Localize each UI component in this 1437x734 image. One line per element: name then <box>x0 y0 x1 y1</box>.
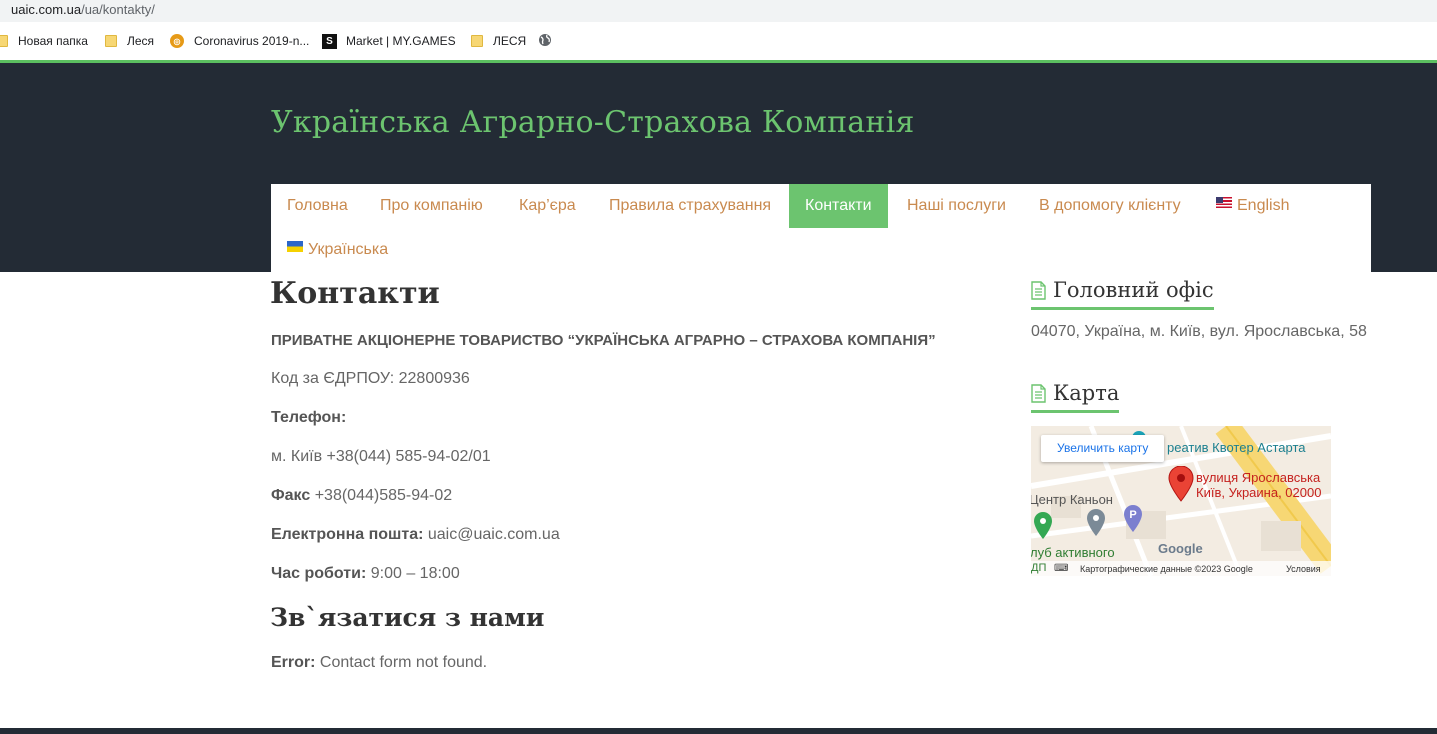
google-logo: Google <box>1158 541 1203 556</box>
map-poi-gray-icon[interactable] <box>1086 509 1106 537</box>
google-map-embed[interactable]: Увеличить карту реатив Квотер Астарта ву… <box>1031 426 1331 576</box>
nav-item-home[interactable]: Головна <box>271 184 364 228</box>
folder-icon <box>105 35 117 47</box>
company-name: ПРИВАТНЕ АКЦІОНЕРНЕ ТОВАРИСТВО “УКРАЇНСЬ… <box>271 332 936 349</box>
folder-icon <box>471 35 483 47</box>
keyboard-icon[interactable]: ⌨ <box>1054 563 1068 574</box>
nav-item-english[interactable]: English <box>1200 184 1305 228</box>
office-title-text: Головний офіс <box>1053 278 1214 302</box>
url-text[interactable]: uaic.com.ua/ua/kontakty/ <box>11 2 155 17</box>
address-bar[interactable]: uaic.com.ua/ua/kontakty/ <box>0 0 1437 22</box>
nav-item-services[interactable]: Наші послуги <box>891 184 1022 228</box>
url-path: /ua/kontakty/ <box>81 2 155 17</box>
page-title: Контакти <box>270 276 440 311</box>
hours-label: Час роботи: <box>271 565 367 582</box>
map-data-attribution: Картографические данные ©2023 Google <box>1080 564 1253 574</box>
us-flag-icon <box>1216 197 1232 208</box>
bookmark-label: Леся <box>127 34 155 48</box>
map-footer: ДП ⌨ Картографические данные ©2023 Googl… <box>1031 561 1331 576</box>
map-poi-green-icon[interactable] <box>1033 512 1053 540</box>
fax-value: +38(044)585-94-02 <box>310 487 453 504</box>
site-title[interactable]: Українська Аграрно-Страхова Компанія <box>271 105 914 140</box>
nav-item-about[interactable]: Про компанію <box>364 184 499 228</box>
document-icon <box>1031 383 1046 403</box>
nav-item-career[interactable]: Кар’єра <box>503 184 592 228</box>
site-header: Українська Аграрно-Страхова Компанія Гол… <box>0 60 1437 275</box>
nav-item-contacts[interactable]: Контакти <box>789 184 888 228</box>
map-place-label: ДП <box>1031 562 1047 574</box>
error-label: Error: <box>271 654 316 671</box>
bookmark-lesya-caps[interactable]: ЛЕСЯ <box>471 33 526 49</box>
contact-form-error: Error: Contact form not found. <box>271 654 487 672</box>
bookmark-label: Новая папка <box>18 34 88 48</box>
office-address: 04070, Україна, м. Київ, вул. Ярославськ… <box>1031 323 1367 340</box>
enlarge-map-button[interactable]: Увеличить карту <box>1041 435 1165 462</box>
office-widget-title: Головний офіс <box>1031 278 1214 310</box>
fax-label: Факс <box>271 487 311 504</box>
nav-item-label: English <box>1237 197 1290 214</box>
fax-line: Факс +38(044)585-94-02 <box>271 487 452 505</box>
phone-label-text: Телефон: <box>271 409 347 426</box>
ua-flag-icon <box>287 241 303 252</box>
svg-text:P: P <box>1129 509 1136 521</box>
site-footer <box>0 728 1437 734</box>
edrpou-code: Код за ЄДРПОУ: 22800936 <box>271 370 470 387</box>
email-value[interactable]: uaic@uaic.com.ua <box>423 526 560 543</box>
contact-us-title: Зв`язатися з нами <box>270 603 545 632</box>
globe-icon[interactable] <box>538 33 552 47</box>
error-text: Contact form not found. <box>315 654 488 671</box>
folder-icon <box>0 35 8 47</box>
bookmark-label: ЛЕСЯ <box>493 34 527 48</box>
coronavirus-site-icon: ◎ <box>170 34 184 48</box>
nav-item-client-help[interactable]: В допомогу клієнту <box>1023 184 1197 228</box>
document-icon <box>1031 280 1046 300</box>
map-pin-label-city: Київ, Украина, 02000 <box>1196 485 1322 500</box>
phone-label: Телефон: <box>271 409 346 427</box>
nav-item-ukrainian[interactable]: Українська <box>271 228 404 272</box>
bookmark-label: Coronavirus 2019-n... <box>194 34 310 48</box>
map-place-label: Центр Каньон <box>1031 492 1113 507</box>
map-widget-title: Карта <box>1031 381 1120 413</box>
bookmark-label: Market | MY.GAMES <box>346 34 456 48</box>
nav-item-insurance-rules[interactable]: Правила страхування <box>593 184 787 228</box>
url-domain: uaic.com.ua <box>11 2 82 17</box>
hours-value: 9:00 – 18:00 <box>366 565 460 582</box>
bookmarks-bar: Новая папка Леся ◎ Coronavirus 2019-n...… <box>0 22 1437 60</box>
bookmark-lesya[interactable]: Леся <box>105 33 154 49</box>
bookmark-mygames[interactable]: S Market | MY.GAMES <box>322 33 456 49</box>
bookmark-nova-papka[interactable]: Новая папка <box>0 33 88 49</box>
phone-value: м. Київ +38(044) 585-94-02/01 <box>271 448 491 465</box>
main-navigation: Головна Про компанію Кар’єра Правила стр… <box>271 184 1371 275</box>
hours-line: Час роботи: 9:00 – 18:00 <box>271 565 460 583</box>
bookmark-coronavirus[interactable]: ◎ Coronavirus 2019-n... <box>170 33 309 49</box>
map-pin-label-street: вулиця Ярославська <box>1196 470 1321 485</box>
nav-item-label: Українська <box>308 241 389 258</box>
email-line: Електронна пошта: uaic@uaic.com.ua <box>271 526 560 544</box>
parking-icon[interactable]: P <box>1123 505 1143 533</box>
map-title-text: Карта <box>1053 381 1120 405</box>
map-terms-link[interactable]: Условия <box>1286 564 1321 574</box>
mygames-icon: S <box>322 33 337 49</box>
map-pin-icon[interactable] <box>1168 466 1194 502</box>
map-place-label: луб активного <box>1031 545 1115 560</box>
map-place-label: реатив Квотер Астарта <box>1167 440 1306 455</box>
email-label: Електронна пошта: <box>271 526 424 543</box>
